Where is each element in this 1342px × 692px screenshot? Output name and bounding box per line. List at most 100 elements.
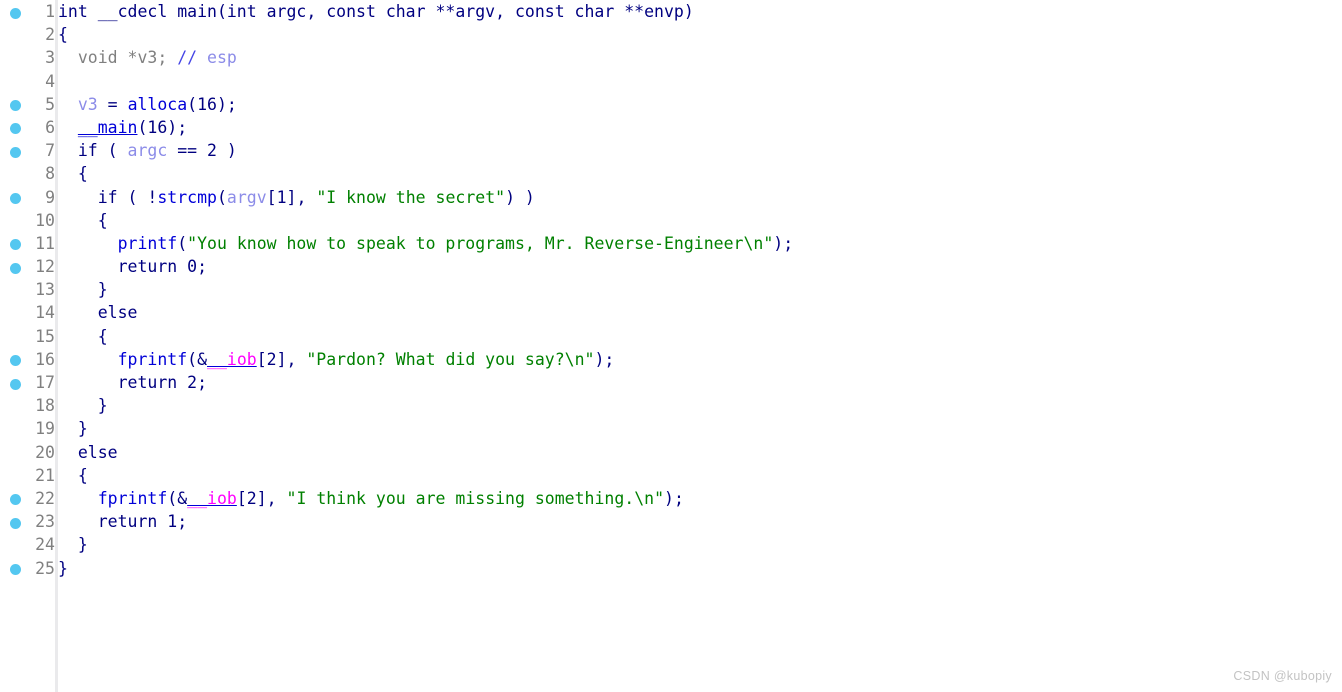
code-line[interactable]: } [58,533,1342,556]
code-line[interactable]: { [58,464,1342,487]
code-token: } [58,396,108,416]
code-line-text: } [58,535,88,554]
line-number: 15 [35,326,55,346]
code-token: "Pardon? What did you say?\n" [306,349,595,369]
code-line[interactable]: } [58,278,1342,301]
gutter-row[interactable]: 13 [0,278,55,301]
code-line-text: { [58,466,88,485]
code-token: else [58,442,118,462]
code-line[interactable]: { [58,209,1342,232]
code-line-text: if ( !strcmp(argv[1], "I know the secret… [58,188,535,207]
code-token: == 2 ) [167,141,237,161]
code-line[interactable]: if ( !strcmp(argv[1], "I know the secret… [58,186,1342,209]
code-token: // [177,48,208,68]
gutter-row[interactable]: 25 [0,557,55,580]
code-token: argc [127,141,168,161]
gutter-row[interactable]: 21 [0,464,55,487]
gutter-row[interactable]: 11 [0,232,55,255]
code-line[interactable] [58,70,1342,93]
gutter-row[interactable]: 18 [0,394,55,417]
code-token: return 1; [58,512,188,532]
code-token: [2], [236,488,287,508]
gutter-row[interactable]: 15 [0,325,55,348]
code-line[interactable]: return 2; [58,371,1342,394]
line-number: 14 [35,303,55,323]
code-line[interactable]: __main(16); [58,116,1342,139]
gutter-row[interactable]: 19 [0,417,55,440]
gutter-row[interactable]: 8 [0,162,55,185]
code-line[interactable]: } [58,557,1342,580]
code-token: ( [216,187,227,207]
code-token: fprintf [97,488,168,508]
gutter-row[interactable]: 12 [0,255,55,278]
code-line-text: fprintf(&__iob[2], "I think you are miss… [58,489,684,508]
code-line-text: if ( argc == 2 ) [58,141,237,160]
code-line[interactable]: else [58,441,1342,464]
gutter-row[interactable]: 6 [0,116,55,139]
code-line[interactable]: void *v3; // esp [58,46,1342,69]
code-line[interactable]: if ( argc == 2 ) [58,139,1342,162]
code-token: { [58,164,88,184]
code-line[interactable]: printf("You know how to speak to program… [58,232,1342,255]
code-token: { [58,25,68,45]
code-token: argv [226,187,267,207]
code-area[interactable]: int __cdecl main(int argc, const char **… [58,0,1342,692]
code-token: ) ) [505,187,535,207]
gutter-row[interactable]: 2 [0,23,55,46]
gutter-row[interactable]: 22 [0,487,55,510]
code-line[interactable]: } [58,394,1342,417]
gutter-row[interactable]: 24 [0,533,55,556]
code-token: return 0; [58,257,208,277]
gutter-row[interactable]: 4 [0,70,55,93]
line-number: 2 [45,25,55,45]
code-line[interactable]: { [58,23,1342,46]
gutter-row[interactable]: 23 [0,510,55,533]
code-token: ); [664,488,684,508]
gutter-row[interactable]: 9 [0,186,55,209]
gutter-row[interactable]: 3 [0,46,55,69]
code-token: int __cdecl main(int argc, const char **… [58,2,694,21]
gutter-row[interactable]: 16 [0,348,55,371]
code-token: } [58,558,68,578]
code-line[interactable]: fprintf(&__iob[2], "Pardon? What did you… [58,348,1342,371]
pseudocode-editor[interactable]: 1 2 3 4 5 6 7 8 9 10 11 12 13 14 15 16 17 18 19 20 21 22 23 24 2… [0,0,1342,692]
code-line[interactable]: fprintf(&__iob[2], "I think you are miss… [58,487,1342,510]
code-token: void *v3; [58,48,178,68]
code-line-text: { [58,211,108,230]
line-number: 11 [35,233,55,253]
gutter-row[interactable]: 1 [0,0,55,23]
gutter-row[interactable]: 20 [0,441,55,464]
code-token: } [58,280,108,300]
code-token: { [58,326,108,346]
code-line[interactable]: int __cdecl main(int argc, const char **… [58,0,1342,23]
code-line[interactable]: return 1; [58,510,1342,533]
line-number: 5 [45,94,55,114]
gutter-row[interactable]: 10 [0,209,55,232]
gutter-row[interactable]: 14 [0,301,55,324]
code-line[interactable]: } [58,417,1342,440]
code-token: [2], [256,349,307,369]
code-token: "I think you are missing something.\n" [286,488,665,508]
line-number: 23 [35,512,55,532]
code-line[interactable]: return 0; [58,255,1342,278]
gutter[interactable]: 1 2 3 4 5 6 7 8 9 10 11 12 13 14 15 16 17 18 19 20 21 22 23 24 2… [0,0,55,692]
code-token: (16); [187,94,237,114]
code-line-text: } [58,419,88,438]
code-line[interactable]: { [58,162,1342,185]
line-number: 3 [45,48,55,68]
code-token: "You know how to speak to programs, Mr. … [187,233,774,253]
gutter-row[interactable]: 17 [0,371,55,394]
line-number: 10 [35,210,55,230]
code-line[interactable]: else [58,301,1342,324]
code-token: printf [117,233,178,253]
line-number: 22 [35,488,55,508]
gutter-row[interactable]: 7 [0,139,55,162]
line-number: 21 [35,465,55,485]
code-line[interactable]: v3 = alloca(16); [58,93,1342,116]
code-line[interactable]: { [58,325,1342,348]
gutter-row[interactable]: 5 [0,93,55,116]
